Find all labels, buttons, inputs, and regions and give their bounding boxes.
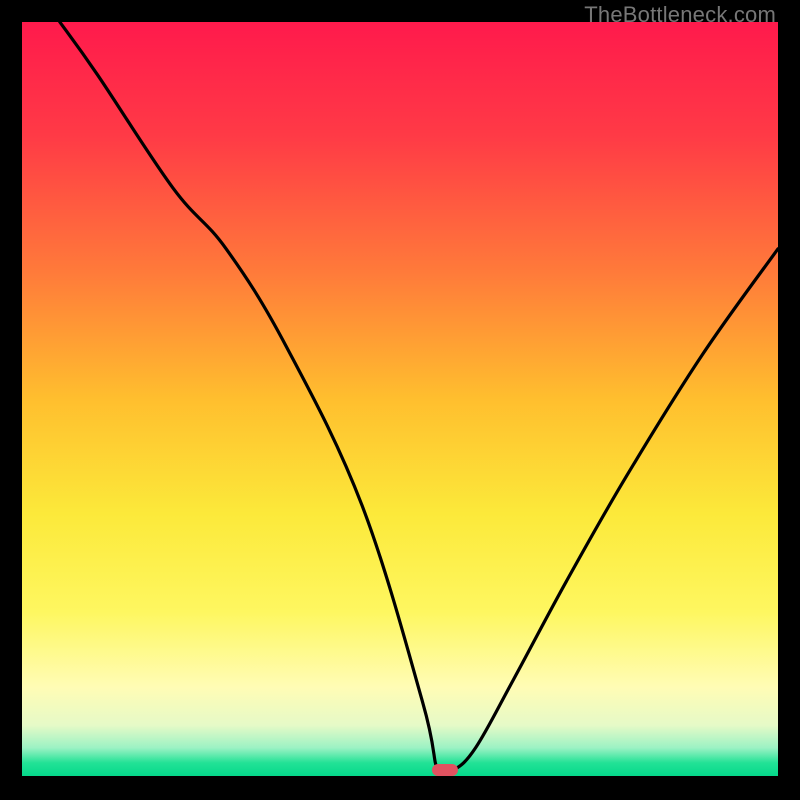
chart-container: TheBottleneck.com xyxy=(0,0,800,800)
bottleneck-curve xyxy=(22,22,778,778)
plot-area xyxy=(22,22,778,778)
optimal-marker xyxy=(432,764,458,776)
